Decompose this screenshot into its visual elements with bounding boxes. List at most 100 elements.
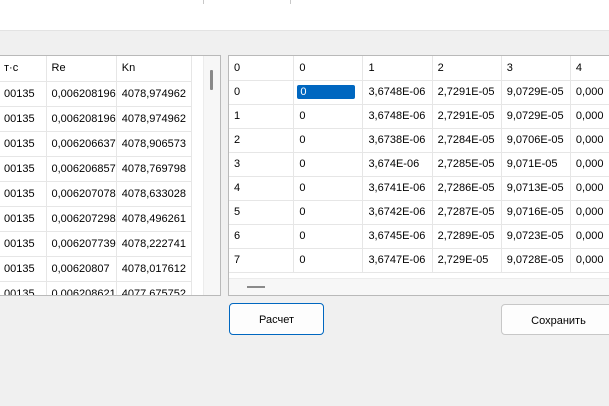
table-cell[interactable]: 0,000 (570, 128, 609, 153)
table-cell[interactable]: 0,00620807 (46, 256, 117, 282)
table-cell[interactable]: 0 (293, 128, 364, 153)
table-cell[interactable]: 2 (229, 128, 295, 153)
table-cell[interactable]: 0,006207298 (46, 206, 117, 232)
table-cell[interactable]: 00135 (0, 131, 47, 157)
right-matrix-grid[interactable]: 0 0 1 2 3 4 0 0 3,6748E-06 2,7291E-05 9,0729… (228, 55, 609, 296)
table-cell[interactable]: 00135 (0, 231, 47, 257)
table-cell[interactable]: 0,000 (570, 104, 609, 129)
table-cell[interactable]: 2,7285E-05 (432, 152, 502, 177)
right-horizontal-scrollbar[interactable] (229, 278, 609, 295)
table-cell[interactable]: 00135 (0, 281, 47, 295)
column-header[interactable]: 0 (293, 56, 364, 81)
table-row[interactable]: 4 0 3,6741E-06 2,7286E-05 9,0713E-05 0,000 (229, 176, 609, 201)
table-cell[interactable]: 0 (293, 104, 364, 129)
table-cell[interactable]: 3 (229, 152, 295, 177)
table-cell[interactable]: 0 (293, 200, 364, 225)
table-cell[interactable]: 0,000 (570, 80, 609, 105)
table-row[interactable]: 00135 0,006208196 4078,974962 (0, 106, 192, 132)
table-cell[interactable]: 2,7289E-05 (432, 224, 502, 249)
table-cell[interactable]: 2,7287E-05 (432, 200, 502, 225)
column-header[interactable]: 4 (570, 56, 609, 81)
table-cell[interactable]: 0 (293, 80, 364, 105)
table-cell[interactable]: 00135 (0, 156, 47, 182)
table-cell[interactable]: 4078,769798 (116, 156, 192, 182)
table-cell[interactable]: 2,7284E-05 (432, 128, 502, 153)
column-header[interactable]: 2 (432, 56, 502, 81)
table-cell[interactable]: 9,0729E-05 (501, 104, 571, 129)
save-button[interactable]: Сохранить (501, 304, 609, 335)
table-cell[interactable]: 7 (229, 248, 295, 273)
table-cell[interactable]: 0 (293, 248, 364, 273)
table-cell[interactable]: 4078,906573 (116, 131, 192, 157)
table-cell[interactable]: 0,006206857 (46, 156, 117, 182)
table-cell[interactable]: 0 (293, 224, 364, 249)
table-cell[interactable]: 0,006206637 (46, 131, 117, 157)
table-row[interactable]: 5 0 3,6742E-06 2,7287E-05 9,0716E-05 0,000 (229, 200, 609, 225)
table-row[interactable]: 00135 0,006207078 4078,633028 (0, 181, 192, 207)
left-vertical-scrollbar[interactable] (203, 56, 220, 295)
table-cell[interactable]: 00135 (0, 81, 47, 107)
table-cell[interactable]: 00135 (0, 206, 47, 232)
table-cell[interactable]: 9,0723E-05 (501, 224, 571, 249)
table-cell[interactable]: 2,729E-05 (432, 248, 502, 273)
table-cell[interactable]: 0 (293, 176, 364, 201)
table-cell[interactable]: 00135 (0, 106, 47, 132)
table-row[interactable]: 00135 0,006208196 4078,974962 (0, 81, 192, 107)
table-cell[interactable]: 0,006207739 (46, 231, 117, 257)
scrollbar-thumb[interactable] (210, 70, 213, 90)
table-cell[interactable]: 4078,017612 (116, 256, 192, 282)
column-header[interactable]: 3 (501, 56, 571, 81)
table-row[interactable]: 00135 0,006207298 4078,496261 (0, 206, 192, 232)
table-cell[interactable]: 3,6745E-06 (362, 224, 433, 249)
table-cell[interactable]: 0 (293, 152, 364, 177)
table-cell[interactable]: 0,006207078 (46, 181, 117, 207)
table-cell[interactable]: 3,6748E-06 (362, 104, 433, 129)
column-header[interactable]: 0 (229, 56, 295, 81)
scrollbar-thumb[interactable] (247, 286, 265, 288)
table-cell[interactable]: 0,000 (570, 248, 609, 273)
table-row[interactable]: 00135 0,00620807 4078,017612 (0, 256, 192, 282)
table-cell[interactable]: 9,0706E-05 (501, 128, 571, 153)
table-cell[interactable]: 9,0713E-05 (501, 176, 571, 201)
table-cell[interactable]: 2,7286E-05 (432, 176, 502, 201)
table-cell[interactable]: 4078,974962 (116, 106, 192, 132)
table-cell[interactable]: 3,6747E-06 (362, 248, 433, 273)
table-cell[interactable]: 4078,974962 (116, 81, 192, 107)
table-cell[interactable]: 0,000 (570, 224, 609, 249)
table-cell[interactable]: 9,0716E-05 (501, 200, 571, 225)
table-cell[interactable]: 00135 (0, 256, 47, 282)
table-row[interactable]: 2 0 3,6738E-06 2,7284E-05 9,0706E-05 0,000 (229, 128, 609, 153)
table-cell[interactable]: 3,6738E-06 (362, 128, 433, 153)
column-header[interactable]: т·с (0, 56, 47, 82)
table-row[interactable]: 00135 0,006208621 4077,675752 (0, 281, 192, 295)
table-cell[interactable]: 4078,633028 (116, 181, 192, 207)
table-cell[interactable]: 0,000 (570, 176, 609, 201)
table-cell[interactable]: 9,071E-05 (501, 152, 571, 177)
table-cell[interactable]: 3,6748E-06 (362, 80, 433, 105)
table-cell[interactable]: 2,7291E-05 (432, 104, 502, 129)
table-cell[interactable]: 9,0728E-05 (501, 248, 571, 273)
table-row[interactable]: 6 0 3,6745E-06 2,7289E-05 9,0723E-05 0,000 (229, 224, 609, 249)
table-cell[interactable]: 6 (229, 224, 295, 249)
selected-cell-editor[interactable]: 0 (297, 85, 356, 99)
column-header[interactable]: Re (46, 56, 117, 82)
table-row[interactable]: 00135 0,006206637 4078,906573 (0, 131, 192, 157)
column-header[interactable]: 1 (362, 56, 433, 81)
table-row[interactable]: 3 0 3,674E-06 2,7285E-05 9,071E-05 0,000 (229, 152, 609, 177)
table-cell[interactable]: 0,006208621 (46, 281, 117, 295)
table-cell[interactable]: 9,0729E-05 (501, 80, 571, 105)
table-row[interactable]: 0 0 3,6748E-06 2,7291E-05 9,0729E-05 0,000 (229, 80, 609, 105)
table-cell[interactable]: 0,006208196 (46, 81, 117, 107)
table-cell[interactable]: 1 (229, 104, 295, 129)
table-cell[interactable]: 5 (229, 200, 295, 225)
table-cell[interactable]: 0,006208196 (46, 106, 117, 132)
table-cell[interactable]: 3,6742E-06 (362, 200, 433, 225)
table-cell[interactable]: 4077,675752 (116, 281, 192, 295)
column-header[interactable]: Kn (116, 56, 192, 82)
left-results-grid[interactable]: т·с Re Kn 00135 0,006208196 4078,974962 001… (0, 55, 221, 296)
calculate-button[interactable]: Расчет (229, 303, 324, 335)
table-cell[interactable]: 2,7291E-05 (432, 80, 502, 105)
table-cell[interactable]: 3,6741E-06 (362, 176, 433, 201)
table-cell[interactable]: 0 (229, 80, 295, 105)
table-row[interactable]: 00135 0,006206857 4078,769798 (0, 156, 192, 182)
